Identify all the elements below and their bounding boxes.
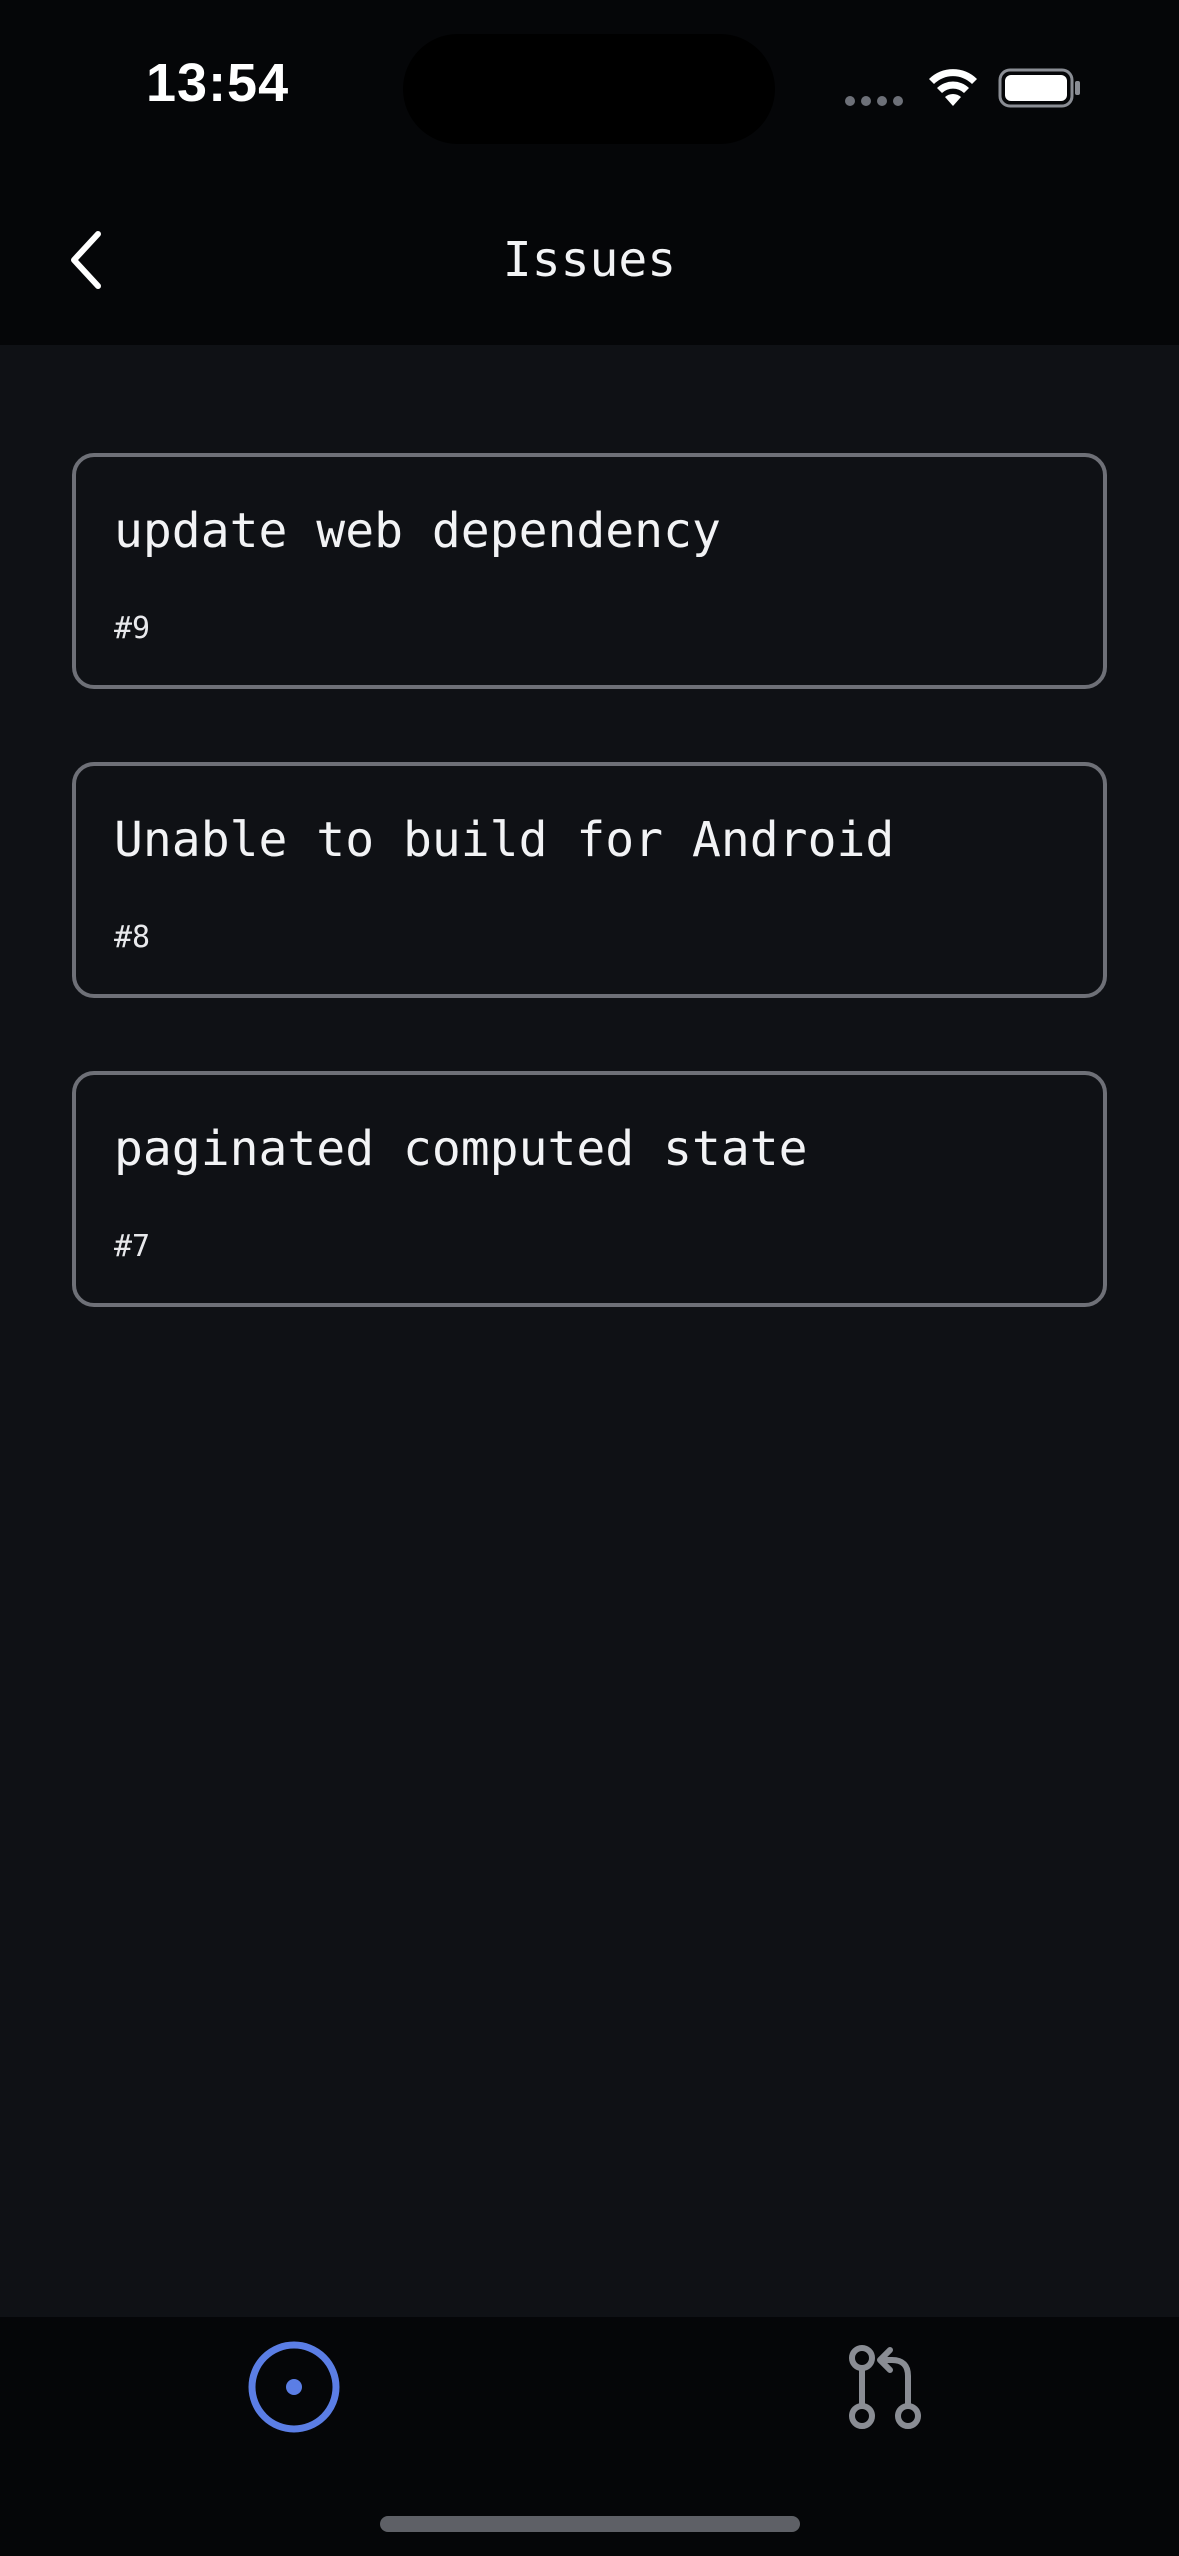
issue-title: update web dependency xyxy=(114,503,721,559)
issue-card[interactable]: Unable to build for Android #8 xyxy=(72,762,1107,998)
wifi-icon xyxy=(929,69,977,106)
issue-list: update web dependency #9 Unable to build… xyxy=(72,453,1107,1380)
cellular-signal-icon xyxy=(845,96,905,106)
status-time: 13:54 xyxy=(146,53,290,113)
issue-card[interactable]: update web dependency #9 xyxy=(72,453,1107,689)
tab-issues[interactable] xyxy=(244,2337,344,2437)
battery-icon xyxy=(998,68,1080,108)
page-title: Issues xyxy=(502,232,677,288)
home-indicator[interactable] xyxy=(380,2516,800,2532)
tab-pull-requests[interactable] xyxy=(840,2342,930,2432)
issue-title: paginated computed state xyxy=(114,1121,808,1177)
pull-request-icon xyxy=(849,2345,921,2429)
issue-number: #7 xyxy=(114,1229,151,1264)
issue-number: #9 xyxy=(114,611,151,646)
issue-card[interactable]: paginated computed state #7 xyxy=(72,1071,1107,1307)
dynamic-island xyxy=(403,34,775,144)
issue-title: Unable to build for Android xyxy=(114,812,895,868)
issue-number: #8 xyxy=(114,920,151,955)
issue-opened-icon xyxy=(248,2341,340,2433)
status-bar: 13:54 xyxy=(0,0,1179,170)
